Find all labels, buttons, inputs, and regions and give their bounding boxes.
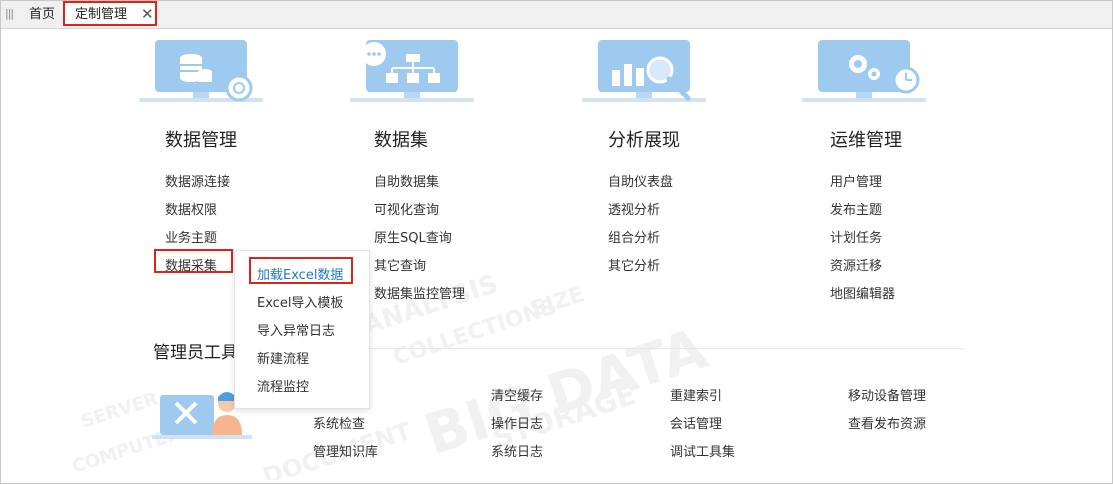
tab-custom-management-label: 定制管理	[75, 7, 128, 22]
link-scheduled-tasks[interactable]: 计划任务	[830, 227, 882, 246]
link-visual-query[interactable]: 可视化查询	[374, 199, 439, 218]
link-business-topic[interactable]: 业务主题	[165, 227, 217, 246]
tab-grip-icon[interactable]: |||	[5, 7, 14, 20]
link-system-log[interactable]: 系统日志	[491, 441, 543, 460]
link-dataset-monitor[interactable]: 数据集监控管理	[374, 283, 465, 302]
tab-custom-management[interactable]: 定制管理 ✕	[63, 1, 157, 26]
link-combined-analysis[interactable]: 组合分析	[608, 227, 660, 246]
link-operation-log[interactable]: 操作日志	[491, 413, 543, 432]
link-data-permission[interactable]: 数据权限	[165, 199, 217, 218]
link-clear-cache[interactable]: 清空缓存	[491, 385, 543, 404]
link-other-analysis[interactable]: 其它分析	[608, 255, 660, 274]
link-user-management[interactable]: 用户管理	[830, 171, 882, 190]
link-session-management[interactable]: 会话管理	[670, 413, 722, 432]
tab-bar: ||| 首页 定制管理 ✕	[1, 1, 1112, 29]
link-system-check[interactable]: 系统检查	[313, 413, 365, 432]
link-mobile-device-management[interactable]: 移动设备管理	[848, 385, 926, 404]
menu-item-new-flow[interactable]: 新建流程	[257, 348, 309, 367]
menu-item-flow-monitor[interactable]: 流程监控	[257, 376, 309, 395]
chart-magnifier-icon	[582, 40, 706, 102]
category-title: 数据管理	[165, 130, 237, 151]
category-title: 分析展现	[608, 130, 680, 151]
link-debug-toolset[interactable]: 调试工具集	[670, 441, 735, 460]
link-dashboard[interactable]: 自助仪表盘	[608, 171, 673, 190]
link-native-sql-query[interactable]: 原生SQL查询	[374, 227, 452, 246]
link-other-query[interactable]: 其它查询	[374, 255, 426, 274]
gears-clock-icon	[802, 40, 926, 102]
link-pivot-analysis[interactable]: 透视分析	[608, 199, 660, 218]
link-resource-migration[interactable]: 资源迁移	[830, 255, 882, 274]
link-view-published-resources[interactable]: 查看发布资源	[848, 413, 926, 432]
highlight-load-excel	[249, 257, 353, 284]
link-publish-topic[interactable]: 发布主题	[830, 199, 882, 218]
category-title: 数据集	[374, 130, 428, 151]
close-icon[interactable]: ✕	[141, 3, 154, 26]
link-rebuild-index[interactable]: 重建索引	[670, 385, 722, 404]
link-datasource-connection[interactable]: 数据源连接	[165, 171, 230, 190]
dataset-tree-icon	[350, 40, 474, 102]
admin-tools-title: 管理员工具	[153, 343, 238, 363]
database-gear-icon	[139, 40, 263, 102]
tab-home[interactable]: 首页	[25, 1, 59, 28]
menu-item-import-error-log[interactable]: 导入异常日志	[257, 320, 335, 339]
highlight-data-collection	[154, 249, 233, 273]
category-title: 运维管理	[830, 130, 902, 151]
link-self-service-dataset[interactable]: 自助数据集	[374, 171, 439, 190]
menu-item-excel-template[interactable]: Excel导入模板	[257, 292, 343, 311]
link-map-editor[interactable]: 地图编辑器	[830, 283, 895, 302]
link-knowledge-base[interactable]: 管理知识库	[313, 441, 378, 460]
